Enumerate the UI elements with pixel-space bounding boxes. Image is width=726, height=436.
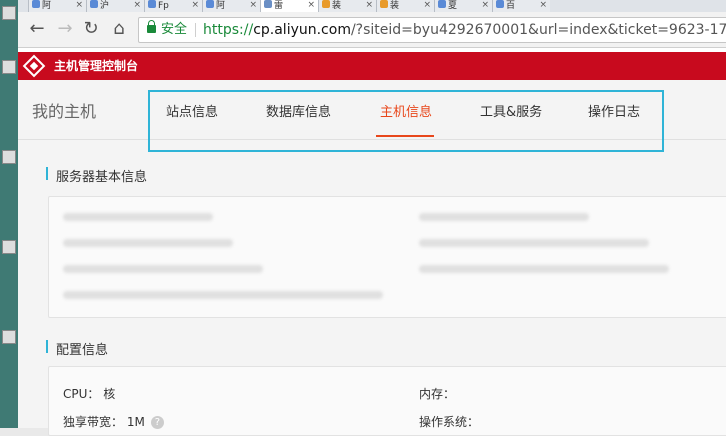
favicon-icon — [322, 0, 330, 8]
forward-button[interactable]: → — [54, 18, 76, 40]
console-title: 主机管理控制台 — [54, 59, 139, 73]
favicon-icon — [496, 0, 504, 8]
address-bar[interactable]: 安全 https://cp.aliyun.com/?siteid=byu4292… — [138, 17, 726, 43]
close-icon[interactable]: × — [307, 0, 315, 10]
close-icon[interactable]: × — [365, 0, 373, 10]
aliyun-logo-icon[interactable] — [22, 54, 46, 78]
help-icon[interactable]: ? — [150, 416, 164, 429]
reload-button[interactable]: ↻ — [80, 18, 102, 40]
desktop-left-strip — [0, 0, 18, 428]
tab-strip: 阿 × 沪 × Fp × 阿 × 雷 × 装 × 装 × 夏 × 百 × — [18, 0, 726, 12]
console-header: 主机管理控制台 — [18, 52, 726, 80]
memory-field: 内存： — [419, 387, 456, 401]
redacted-field — [63, 265, 263, 273]
favicon-icon — [148, 0, 156, 8]
section-marker — [46, 167, 48, 180]
tab-operation-log[interactable]: 操作日志 — [588, 101, 640, 120]
favicon-icon — [206, 0, 214, 8]
tab-database-info[interactable]: 数据库信息 — [266, 101, 331, 120]
close-icon[interactable]: × — [423, 0, 431, 10]
favicon-icon — [90, 0, 98, 8]
browser-tab[interactable]: 夏 × — [434, 0, 492, 12]
secure-label: 安全 — [161, 22, 188, 37]
redacted-field — [419, 213, 589, 221]
close-icon[interactable]: × — [75, 0, 83, 10]
cpu-field: CPU： 核 — [63, 387, 116, 401]
tab-site-info[interactable]: 站点信息 — [166, 101, 218, 120]
section-title-basic: 服务器基本信息 — [56, 170, 148, 185]
tab-tools-services[interactable]: 工具&服务 — [480, 101, 542, 120]
favicon-icon — [438, 0, 446, 8]
desktop-icon — [2, 150, 16, 164]
home-button[interactable]: ⌂ — [108, 18, 130, 40]
page-body: 我的主机 站点信息 数据库信息 主机信息 工具&服务 操作日志 服务器基本信息 … — [18, 80, 726, 436]
url-text: https://cp.aliyun.com/?siteid=byu4292670… — [203, 22, 726, 38]
close-icon[interactable]: × — [481, 0, 489, 10]
desktop-icon — [2, 60, 16, 74]
sub-header: 我的主机 站点信息 数据库信息 主机信息 工具&服务 操作日志 — [18, 80, 726, 152]
browser-tab[interactable]: Fp × — [144, 0, 202, 12]
browser-tab[interactable]: 百 × — [492, 0, 550, 12]
favicon-icon — [380, 0, 388, 8]
redacted-field — [419, 265, 669, 273]
redacted-field — [419, 239, 649, 247]
browser-tab[interactable]: 装 × — [376, 0, 434, 12]
desktop-icon — [2, 330, 16, 344]
desktop-icon — [2, 240, 16, 254]
browser-tab-active[interactable]: 雷 × — [260, 0, 318, 12]
divider — [195, 23, 196, 37]
page-title: 我的主机 — [32, 102, 97, 121]
browser-toolbar: ← → ↻ ⌂ 安全 https://cp.aliyun.com/?siteid… — [18, 12, 726, 48]
config-panel: CPU： 核 内存： 独享带宽： 1M? 操作系统： — [48, 366, 726, 436]
close-icon[interactable]: × — [249, 0, 257, 10]
lock-icon — [147, 20, 156, 33]
redacted-field — [63, 239, 233, 247]
favicon-icon — [264, 0, 272, 8]
browser-window: 阿 × 沪 × Fp × 阿 × 雷 × 装 × 装 × 夏 × 百 × ← → ↻ ⌂ 安全 h… — [18, 0, 726, 436]
os-field: 操作系统： — [419, 415, 480, 429]
active-tab-underline — [376, 135, 434, 137]
basic-info-panel — [48, 196, 726, 318]
browser-tab[interactable]: 阿 × — [28, 0, 86, 12]
section-marker — [46, 340, 48, 353]
redacted-field — [63, 291, 383, 299]
favicon-icon — [32, 0, 40, 8]
browser-tab[interactable]: 装 × — [318, 0, 376, 12]
section-title-config: 配置信息 — [56, 343, 109, 358]
close-icon[interactable]: × — [133, 0, 141, 10]
close-icon[interactable]: × — [191, 0, 199, 10]
desktop-icon — [2, 6, 16, 20]
nav-highlight-box — [148, 90, 664, 152]
browser-tab[interactable]: 沪 × — [86, 0, 144, 12]
back-button[interactable]: ← — [26, 18, 48, 40]
close-icon[interactable]: × — [539, 0, 547, 10]
tab-host-info[interactable]: 主机信息 — [380, 101, 432, 120]
bandwidth-field: 独享带宽： 1M? — [63, 413, 164, 430]
redacted-field — [63, 213, 213, 221]
browser-tab[interactable]: 阿 × — [202, 0, 260, 12]
